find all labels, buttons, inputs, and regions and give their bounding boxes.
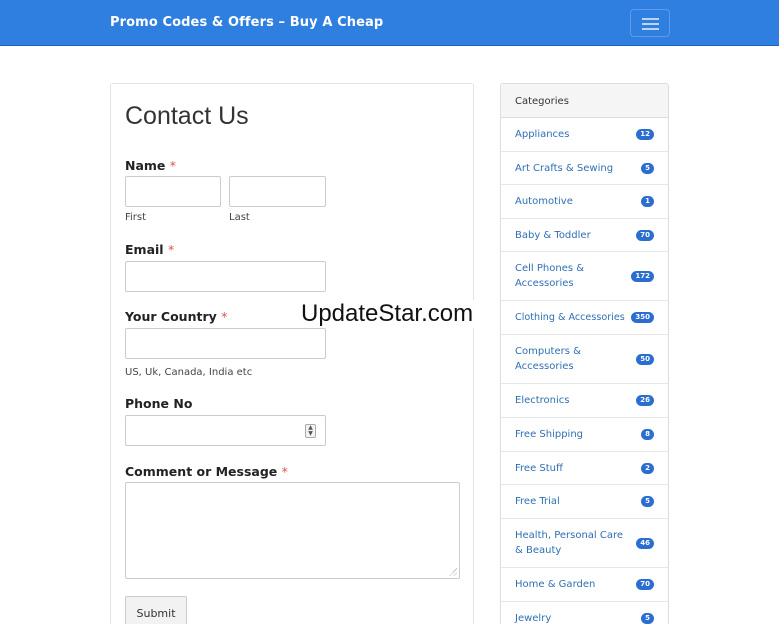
- required-mark: *: [167, 242, 175, 257]
- categories-sidebar: Categories Appliances 12 Art Crafts & Se…: [500, 83, 669, 624]
- category-item[interactable]: Free Shipping 8: [501, 418, 668, 452]
- phone-input[interactable]: ▲ ▼: [125, 415, 326, 446]
- submit-button[interactable]: Submit: [125, 596, 187, 624]
- category-item[interactable]: Computers & Accessories 50: [501, 335, 668, 384]
- number-spinner-icon[interactable]: ▲ ▼: [305, 424, 316, 438]
- category-label[interactable]: Clothing & Accessories: [515, 310, 635, 325]
- category-item[interactable]: Appliances 12: [501, 118, 668, 152]
- hamburger-icon: [642, 28, 659, 30]
- category-count-badge: 350: [631, 312, 654, 323]
- category-item[interactable]: Jewelry 5: [501, 602, 668, 624]
- category-label[interactable]: Appliances: [515, 127, 630, 142]
- category-count-badge: 70: [636, 579, 654, 590]
- category-item[interactable]: Free Trial 5: [501, 485, 668, 519]
- country-label: Your Country *: [125, 309, 228, 324]
- category-count-badge: 12: [636, 129, 654, 140]
- category-count-badge: 2: [641, 462, 654, 474]
- site-brand[interactable]: Promo Codes & Offers – Buy A Cheap: [110, 15, 383, 30]
- last-name-input[interactable]: [229, 176, 326, 207]
- hamburger-icon: [642, 23, 659, 25]
- category-item[interactable]: Electronics 26: [501, 384, 668, 418]
- category-count-badge: 5: [641, 613, 654, 624]
- category-item[interactable]: Cell Phones & Accessories 172: [501, 252, 668, 301]
- email-input[interactable]: [125, 261, 326, 292]
- comment-textarea[interactable]: [125, 482, 460, 579]
- category-label[interactable]: Baby & Toddler: [515, 228, 630, 243]
- country-hint: US, Uk, Canada, India etc: [125, 367, 253, 378]
- phone-label: Phone No: [125, 396, 193, 411]
- category-item[interactable]: Art Crafts & Sewing 5: [501, 152, 668, 185]
- category-label[interactable]: Health, Personal Care & Beauty: [515, 528, 633, 558]
- page-title: Contact Us: [125, 102, 249, 130]
- category-label[interactable]: Free Shipping: [515, 427, 630, 442]
- category-count-badge: 172: [631, 270, 654, 282]
- top-navbar: Promo Codes & Offers – Buy A Cheap: [0, 0, 779, 46]
- category-count-badge: 1: [641, 196, 654, 207]
- category-label[interactable]: Home & Garden: [515, 577, 630, 592]
- category-count-badge: 8: [641, 429, 654, 440]
- category-item[interactable]: Baby & Toddler 70: [501, 219, 668, 252]
- last-name-hint: Last: [229, 212, 250, 223]
- category-label[interactable]: Art Crafts & Sewing: [515, 161, 630, 176]
- category-count-badge: 5: [641, 162, 654, 174]
- category-label[interactable]: Jewelry: [515, 611, 630, 624]
- category-item[interactable]: Free Stuff 2: [501, 452, 668, 485]
- first-name-hint: First: [125, 212, 147, 223]
- watermark-text: UpdateStar.com: [299, 300, 476, 328]
- category-label[interactable]: Electronics: [515, 393, 630, 408]
- category-count-badge: 5: [641, 496, 654, 507]
- category-item[interactable]: Clothing & Accessories 350: [501, 301, 668, 335]
- category-item[interactable]: Automotive 1: [501, 185, 668, 219]
- name-label: Name *: [125, 158, 177, 173]
- category-item[interactable]: Health, Personal Care & Beauty 46: [501, 519, 668, 568]
- country-input[interactable]: [125, 328, 326, 359]
- category-label[interactable]: Cell Phones & Accessories: [515, 261, 595, 291]
- category-label[interactable]: Automotive: [515, 194, 630, 209]
- category-count-badge: 70: [636, 229, 654, 241]
- category-count-badge: 46: [636, 537, 654, 549]
- resize-handle-icon[interactable]: [449, 568, 457, 576]
- menu-toggle-button[interactable]: [630, 9, 670, 37]
- category-count-badge: 50: [636, 353, 654, 365]
- categories-heading: Categories: [501, 84, 668, 118]
- required-mark: *: [281, 464, 288, 479]
- contact-form-card: Contact Us Name * First Last Email * You…: [110, 83, 474, 624]
- comment-label: Comment or Message *: [125, 464, 288, 479]
- category-label[interactable]: Free Stuff: [515, 461, 630, 476]
- category-label[interactable]: Computers & Accessories: [515, 344, 595, 374]
- first-name-input[interactable]: [125, 176, 221, 207]
- category-item[interactable]: Home & Garden 70: [501, 568, 668, 602]
- required-mark: *: [169, 158, 177, 173]
- hamburger-icon: [642, 18, 659, 20]
- required-mark: *: [221, 309, 228, 324]
- category-label[interactable]: Free Trial: [515, 494, 630, 509]
- email-label: Email *: [125, 242, 175, 257]
- category-count-badge: 26: [636, 395, 654, 406]
